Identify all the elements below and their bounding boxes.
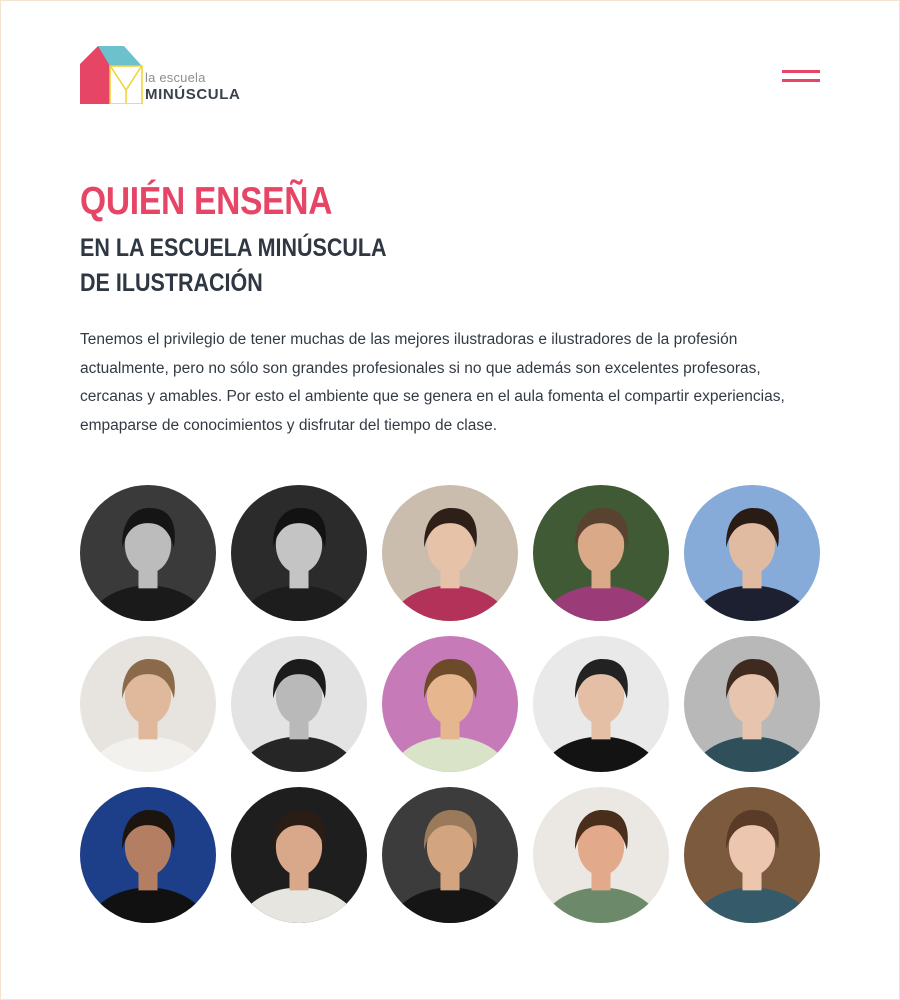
portrait-placeholder-icon — [382, 636, 518, 772]
portrait-placeholder-icon — [80, 636, 216, 772]
portrait-placeholder-icon — [533, 787, 669, 923]
portrait-placeholder-icon — [533, 636, 669, 772]
portrait-placeholder-icon — [382, 485, 518, 621]
teacher-photo[interactable] — [80, 787, 216, 923]
portrait-placeholder-icon — [382, 787, 518, 923]
teacher-photo[interactable] — [533, 485, 669, 621]
teacher-photo[interactable] — [533, 787, 669, 923]
teachers-grid — [80, 485, 820, 925]
site-logo[interactable]: la escuela MINÚSCULA — [80, 46, 240, 106]
portrait-placeholder-icon — [684, 787, 820, 923]
menu-line — [782, 79, 820, 82]
portrait-placeholder-icon — [231, 485, 367, 621]
portrait-placeholder-icon — [533, 485, 669, 621]
teacher-photo[interactable] — [684, 787, 820, 923]
teacher-photo[interactable] — [231, 636, 367, 772]
portrait-placeholder-icon — [231, 787, 367, 923]
portrait-placeholder-icon — [80, 787, 216, 923]
house-logo-icon — [80, 46, 143, 104]
page-title: QUIÉN ENSEÑA — [80, 180, 333, 223]
teacher-photo[interactable] — [382, 485, 518, 621]
portrait-placeholder-icon — [231, 636, 367, 772]
teacher-photo[interactable] — [80, 485, 216, 621]
portrait-placeholder-icon — [684, 485, 820, 621]
teacher-photo[interactable] — [231, 787, 367, 923]
teacher-photo[interactable] — [533, 636, 669, 772]
hamburger-menu-icon[interactable] — [778, 66, 822, 88]
teacher-photo[interactable] — [231, 485, 367, 621]
logo-text-small: la escuela — [145, 70, 206, 85]
intro-paragraph: Tenemos el privilegio de tener muchas de… — [80, 331, 785, 434]
logo-text-big: MINÚSCULA — [145, 86, 241, 103]
page-subtitle-line1: EN LA ESCUELA MINÚSCULA — [80, 234, 387, 262]
teacher-photo[interactable] — [684, 485, 820, 621]
teacher-photo[interactable] — [382, 636, 518, 772]
portrait-placeholder-icon — [80, 485, 216, 621]
teacher-photo[interactable] — [684, 636, 820, 772]
portrait-placeholder-icon — [684, 636, 820, 772]
page-subtitle-line2: DE ILUSTRACIÓN — [80, 269, 263, 297]
menu-line — [782, 70, 820, 73]
teacher-photo[interactable] — [80, 636, 216, 772]
teacher-photo[interactable] — [382, 787, 518, 923]
